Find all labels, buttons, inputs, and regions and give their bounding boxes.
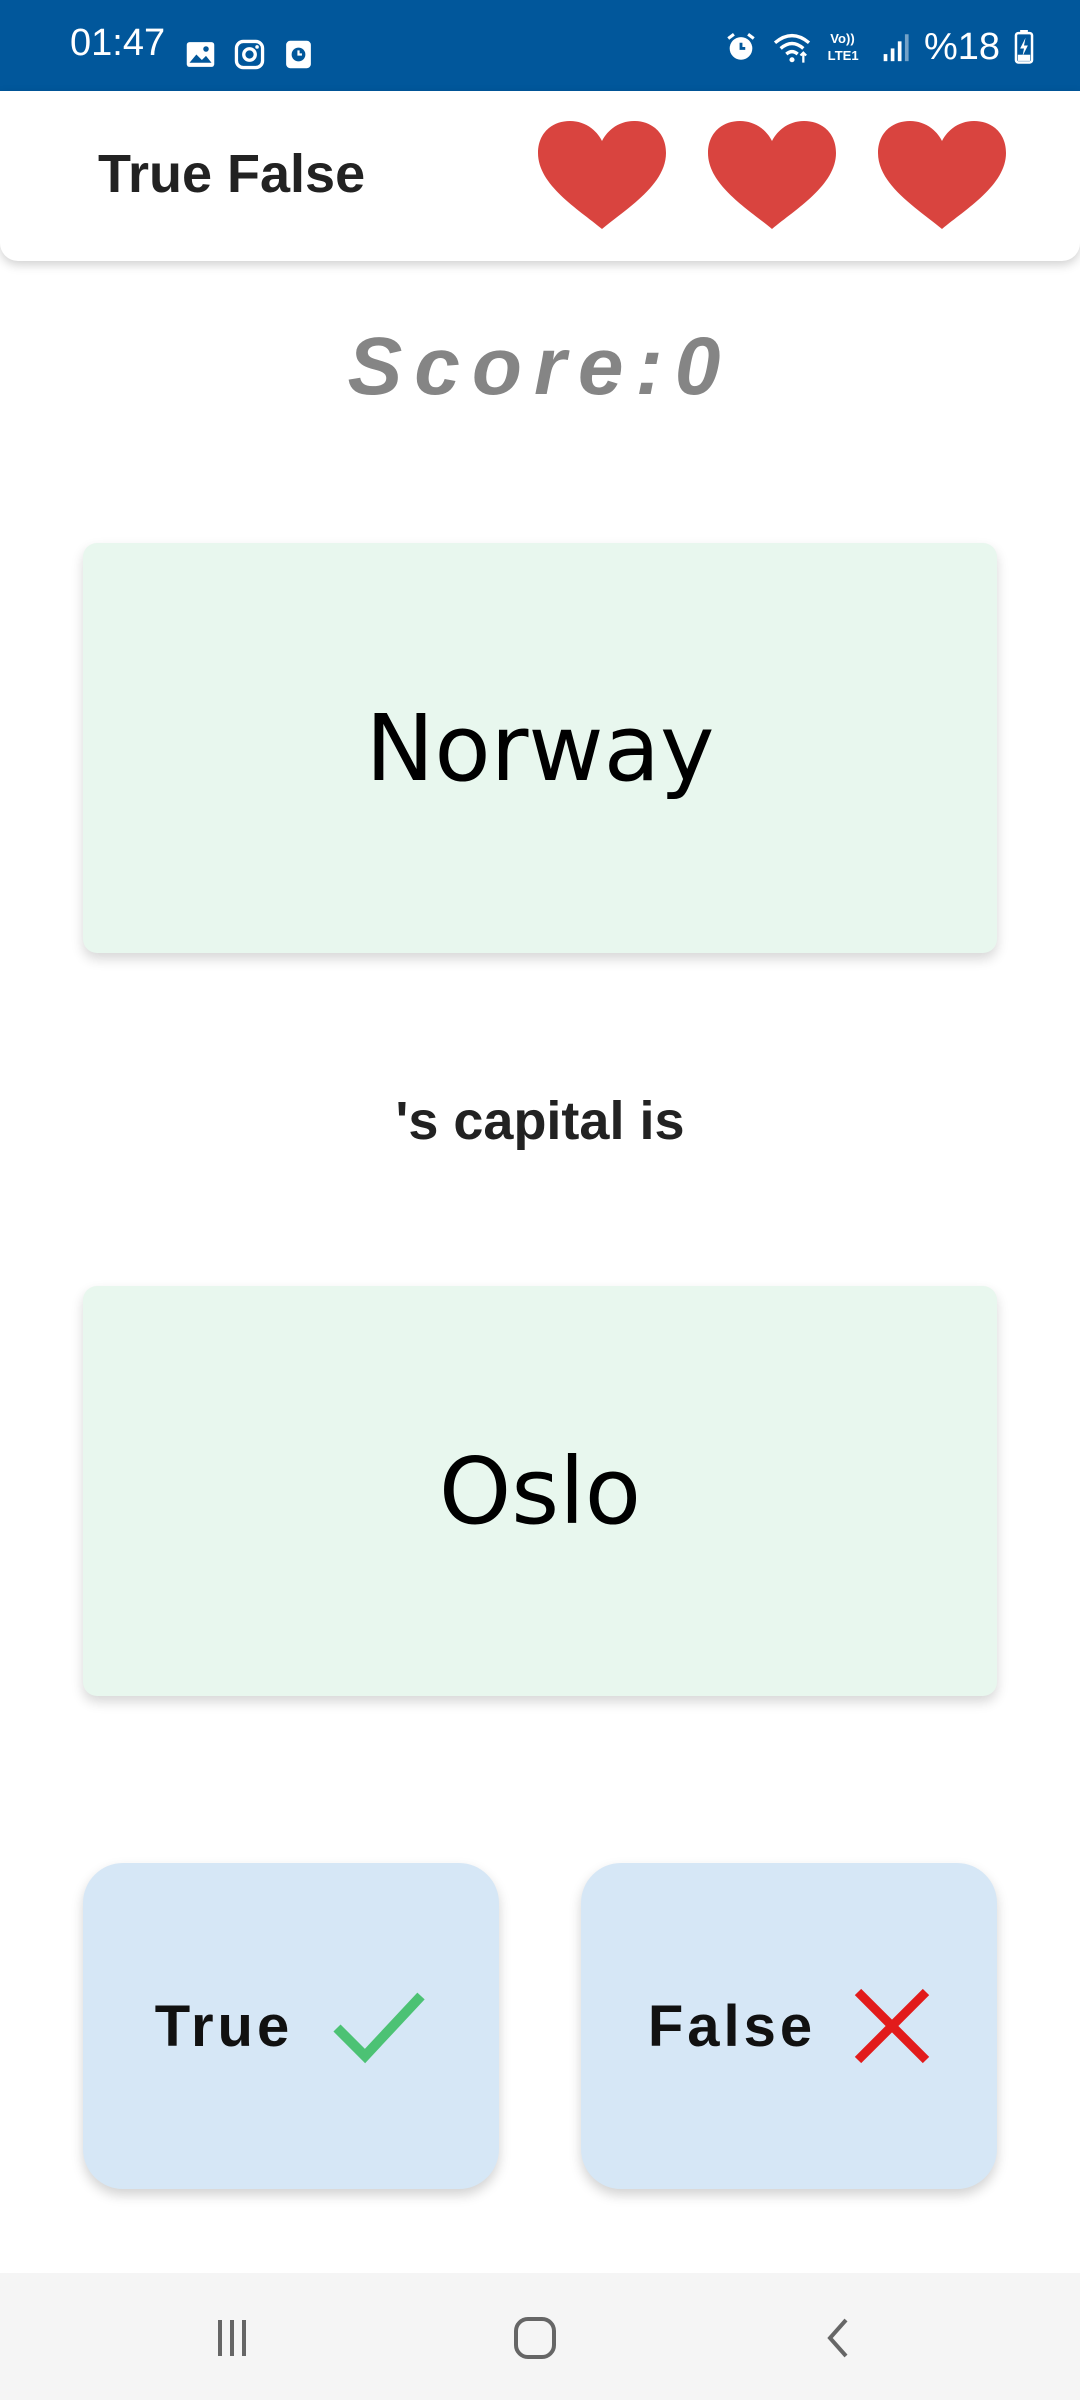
instagram-icon (233, 38, 266, 71)
app-bar: True False (0, 91, 1080, 261)
svg-text:LTE1: LTE1 (828, 48, 859, 63)
country-card: Norway (83, 543, 997, 953)
system-nav-bar (0, 2273, 1080, 2400)
capital-card: Oslo (83, 1286, 997, 1696)
country-name: Norway (365, 694, 715, 802)
wifi-icon (772, 30, 812, 64)
status-time: 01:47 (70, 22, 166, 64)
status-bar: 01:47 Vo)) LTE1 %18 (0, 0, 1080, 91)
recents-icon (218, 2320, 246, 2356)
gallery-icon (184, 38, 217, 71)
app-notification-icon (282, 38, 315, 71)
back-icon (827, 2318, 848, 2358)
heart-icon (538, 121, 666, 229)
heart-icon (878, 121, 1006, 229)
back-button[interactable] (798, 2303, 878, 2373)
true-button-label: True (154, 1993, 294, 2059)
heart-icon (708, 121, 836, 229)
volte-lte-icon: Vo)) LTE1 (826, 30, 866, 64)
home-button[interactable] (495, 2303, 575, 2373)
recents-button[interactable] (192, 2303, 272, 2373)
capital-name: Oslo (438, 1437, 642, 1545)
false-button-label: False (647, 1993, 817, 2059)
check-icon (331, 1988, 427, 2064)
signal-icon (880, 30, 910, 64)
app-title: True False (98, 144, 366, 204)
status-right-icons: Vo)) LTE1 %18 (724, 28, 1034, 66)
true-button[interactable]: True (83, 1863, 499, 2189)
home-icon (514, 2317, 556, 2359)
false-button[interactable]: False (581, 1863, 997, 2189)
battery-charging-icon (1014, 30, 1034, 64)
score-label: Score:0 (347, 321, 733, 412)
battery-level: %18 (923, 26, 1000, 68)
alarm-icon (724, 30, 758, 64)
question-connector: 's capital is (395, 1091, 685, 1151)
cross-icon (854, 1988, 930, 2064)
svg-text:Vo)): Vo)) (830, 31, 854, 46)
status-left-icons (184, 38, 315, 71)
lives-indicator (538, 121, 1006, 229)
